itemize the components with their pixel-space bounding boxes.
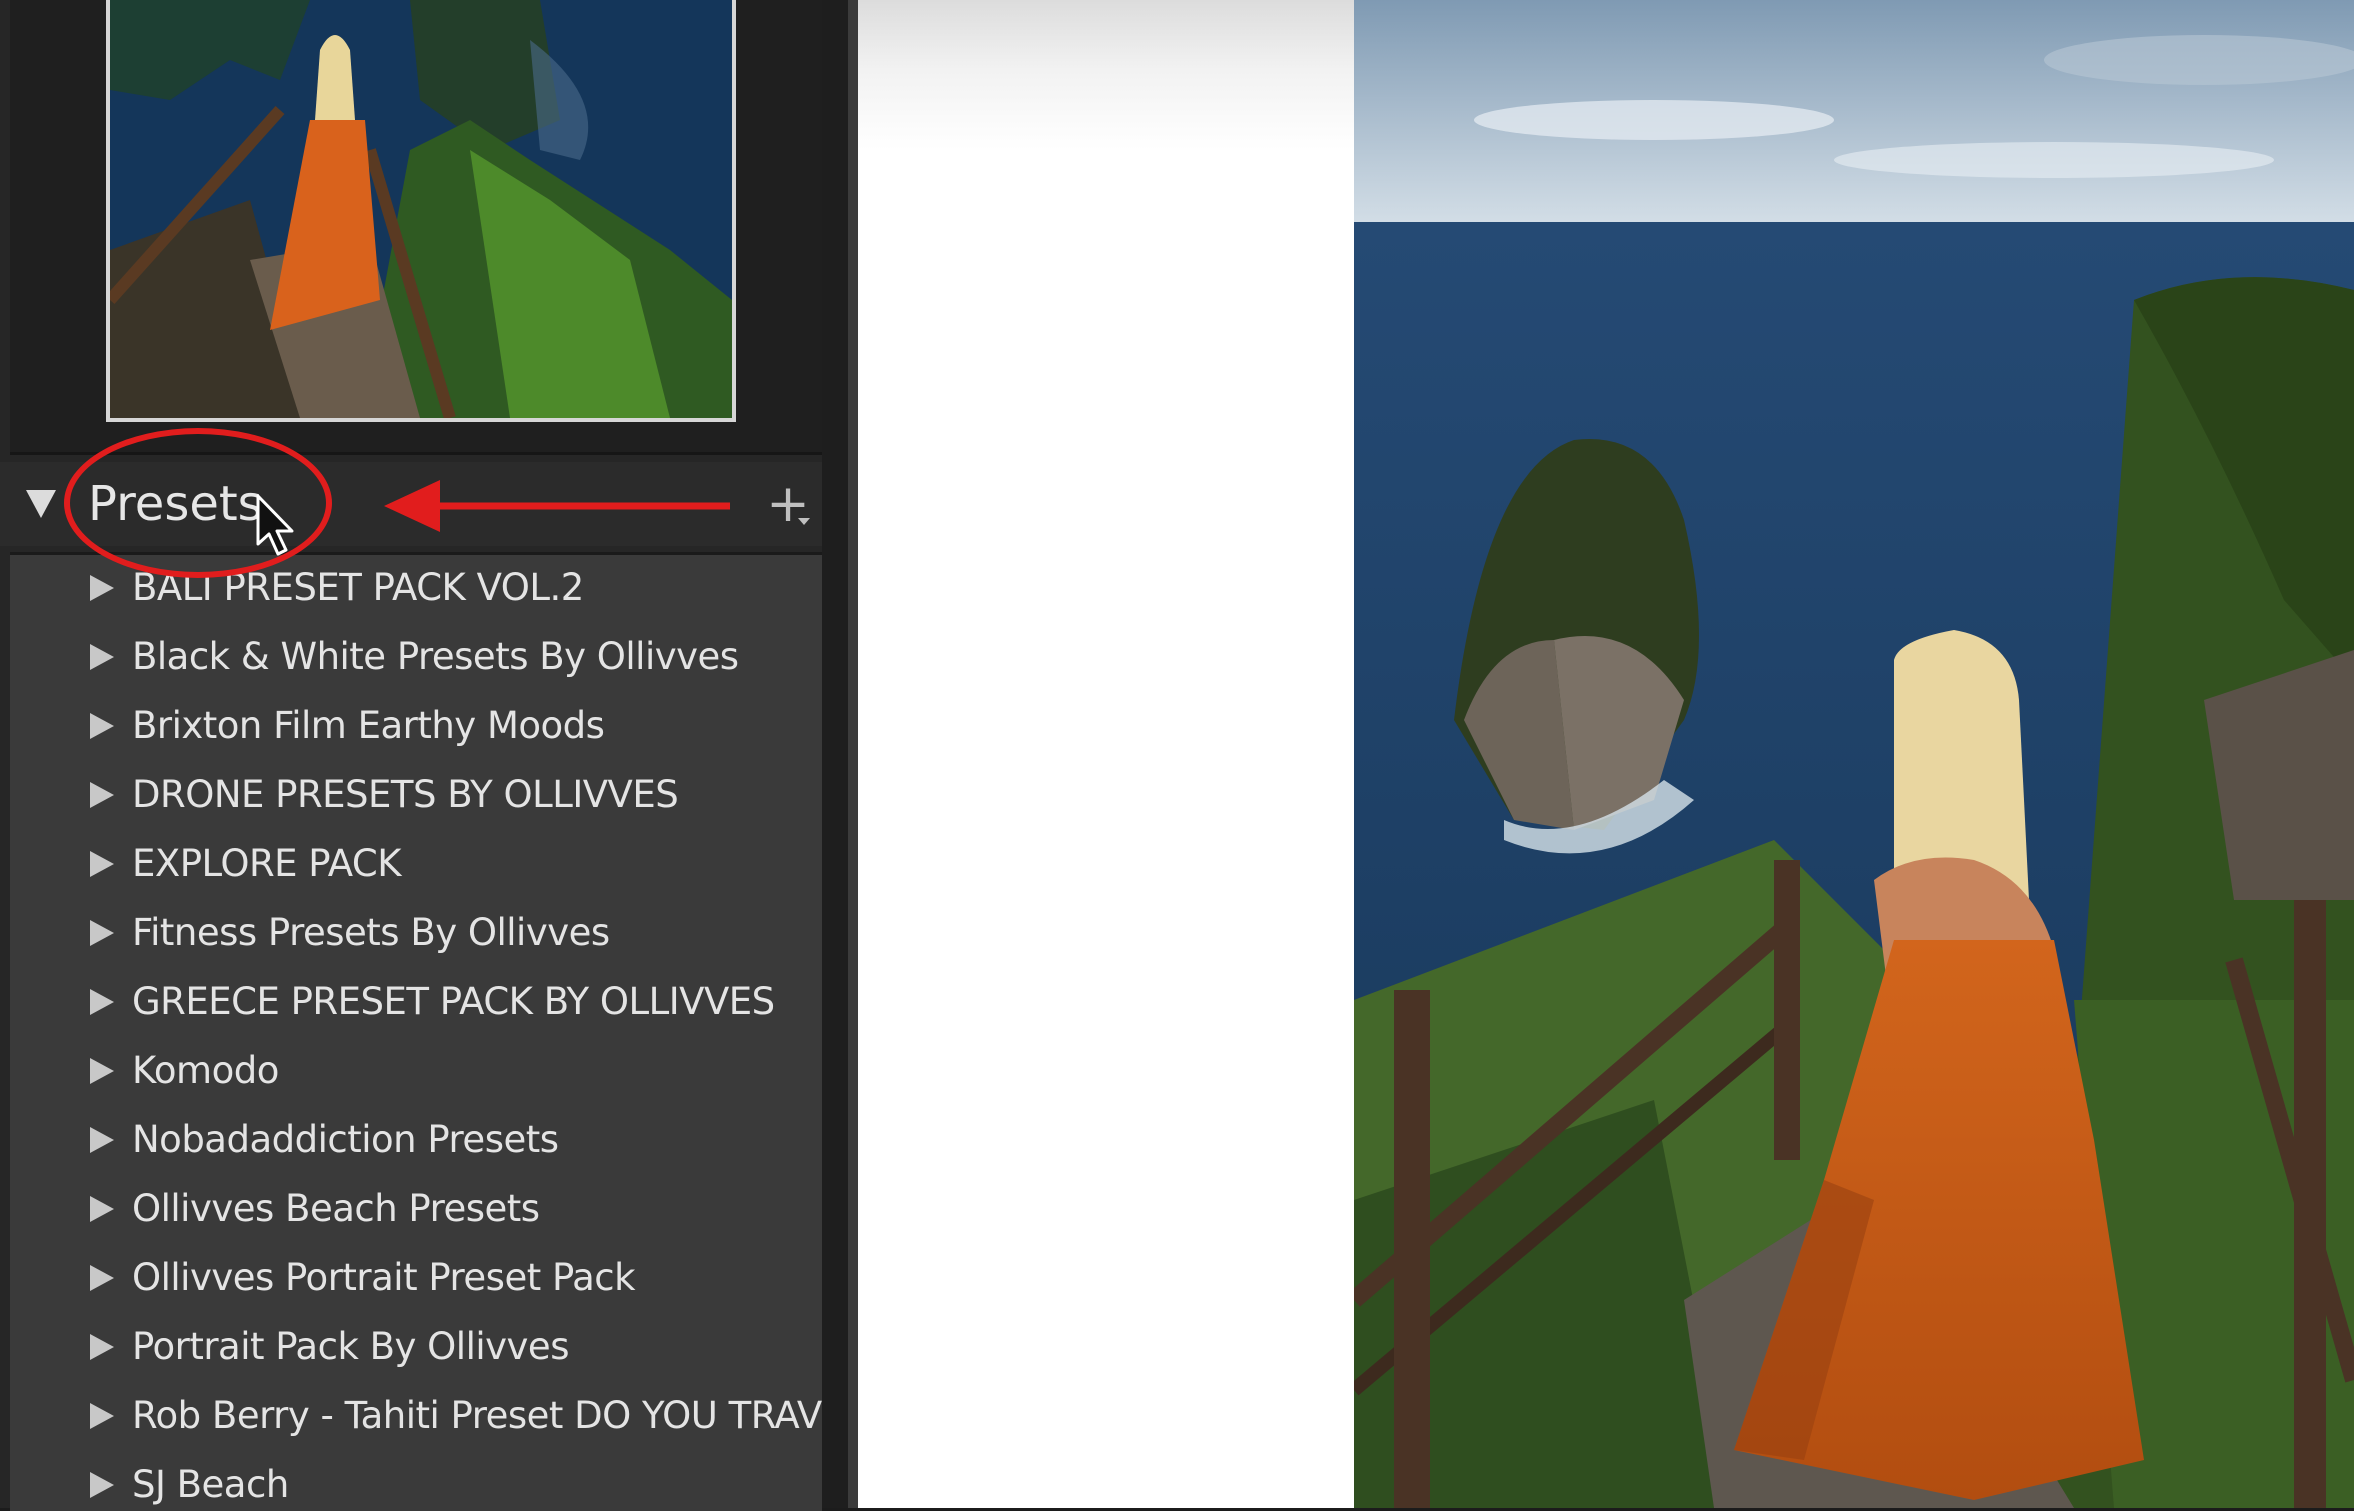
main-photo-preview[interactable] [1354,0,2354,1508]
preset-list: BALI PRESET PACK VOL.2 Black & White Pre… [10,552,822,1511]
preset-folder-item[interactable]: Nobadaddiction Presets [10,1107,822,1176]
expand-arrow-icon[interactable] [90,989,114,1015]
preset-folder-label: Fitness Presets By Ollivves [132,911,610,954]
main-photo-image [1354,0,2354,1508]
preset-folder-label: Black & White Presets By Ollivves [132,635,739,678]
presets-panel-title[interactable]: Presets [88,474,263,534]
navigator-preview[interactable] [106,0,736,422]
pointer-arrow-annotation [384,480,730,532]
preset-folder-item[interactable]: Komodo [10,1038,822,1107]
mouse-cursor-icon [256,494,294,556]
navigator-panel [10,0,822,455]
preset-folder-label: Nobadaddiction Presets [132,1118,559,1161]
preset-folder-label: EXPLORE PACK [132,842,402,885]
expand-arrow-icon[interactable] [90,920,114,946]
preset-folder-item[interactable]: SJ Beach [10,1452,822,1511]
add-preset-button[interactable]: + [758,476,818,536]
preset-folder-item[interactable]: Ollivves Portrait Preset Pack [10,1245,822,1314]
preset-folder-label: Komodo [132,1049,279,1092]
collapse-triangle-icon[interactable] [26,490,56,518]
preset-folder-item[interactable]: BALI PRESET PACK VOL.2 [10,555,822,624]
left-panel: Presets + BALI PRESET PACK VOL.2 Black &… [0,0,848,1511]
preset-folder-label: BALI PRESET PACK VOL.2 [132,566,584,609]
expand-arrow-icon[interactable] [90,575,114,601]
expand-arrow-icon[interactable] [90,1058,114,1084]
preset-folder-item[interactable]: Fitness Presets By Ollivves [10,900,822,969]
preset-folder-item[interactable]: Ollivves Beach Presets [10,1176,822,1245]
plus-icon: + [766,474,810,534]
expand-arrow-icon[interactable] [90,1265,114,1291]
navigator-preview-image [110,0,732,418]
preset-folder-item[interactable]: Portrait Pack By Ollivves [10,1314,822,1383]
dropdown-caret-icon [798,518,810,525]
panel-scrollbar[interactable] [848,0,858,1508]
preset-folder-label: Portrait Pack By Ollivves [132,1325,569,1368]
expand-arrow-icon[interactable] [90,1127,114,1153]
preset-folder-label: GREECE PRESET PACK BY OLLIVVES [132,980,775,1023]
expand-arrow-icon[interactable] [90,1334,114,1360]
expand-arrow-icon[interactable] [90,713,114,739]
expand-arrow-icon[interactable] [90,851,114,877]
preset-folder-label: Rob Berry - Tahiti Preset DO YOU TRAVEL_ [132,1394,822,1437]
expand-arrow-icon[interactable] [90,1403,114,1429]
preset-folder-item[interactable]: Black & White Presets By Ollivves [10,624,822,693]
canvas-background [858,0,1354,1508]
preset-folder-label: SJ Beach [132,1463,289,1506]
expand-arrow-icon[interactable] [90,1196,114,1222]
preset-folder-label: DRONE PRESETS BY OLLIVVES [132,773,679,816]
preset-folder-item[interactable]: Rob Berry - Tahiti Preset DO YOU TRAVEL_ [10,1383,822,1452]
expand-arrow-icon[interactable] [90,782,114,808]
panel-edge [822,0,848,1508]
preset-folder-item[interactable]: GREECE PRESET PACK BY OLLIVVES [10,969,822,1038]
preset-folder-label: Brixton Film Earthy Moods [132,704,605,747]
preset-folder-item[interactable]: DRONE PRESETS BY OLLIVVES [10,762,822,831]
expand-arrow-icon[interactable] [90,644,114,670]
preset-folder-label: Ollivves Beach Presets [132,1187,540,1230]
preset-folder-item[interactable]: Brixton Film Earthy Moods [10,693,822,762]
preset-folder-label: Ollivves Portrait Preset Pack [132,1256,636,1299]
preset-folder-item[interactable]: EXPLORE PACK [10,831,822,900]
expand-arrow-icon[interactable] [90,1472,114,1498]
